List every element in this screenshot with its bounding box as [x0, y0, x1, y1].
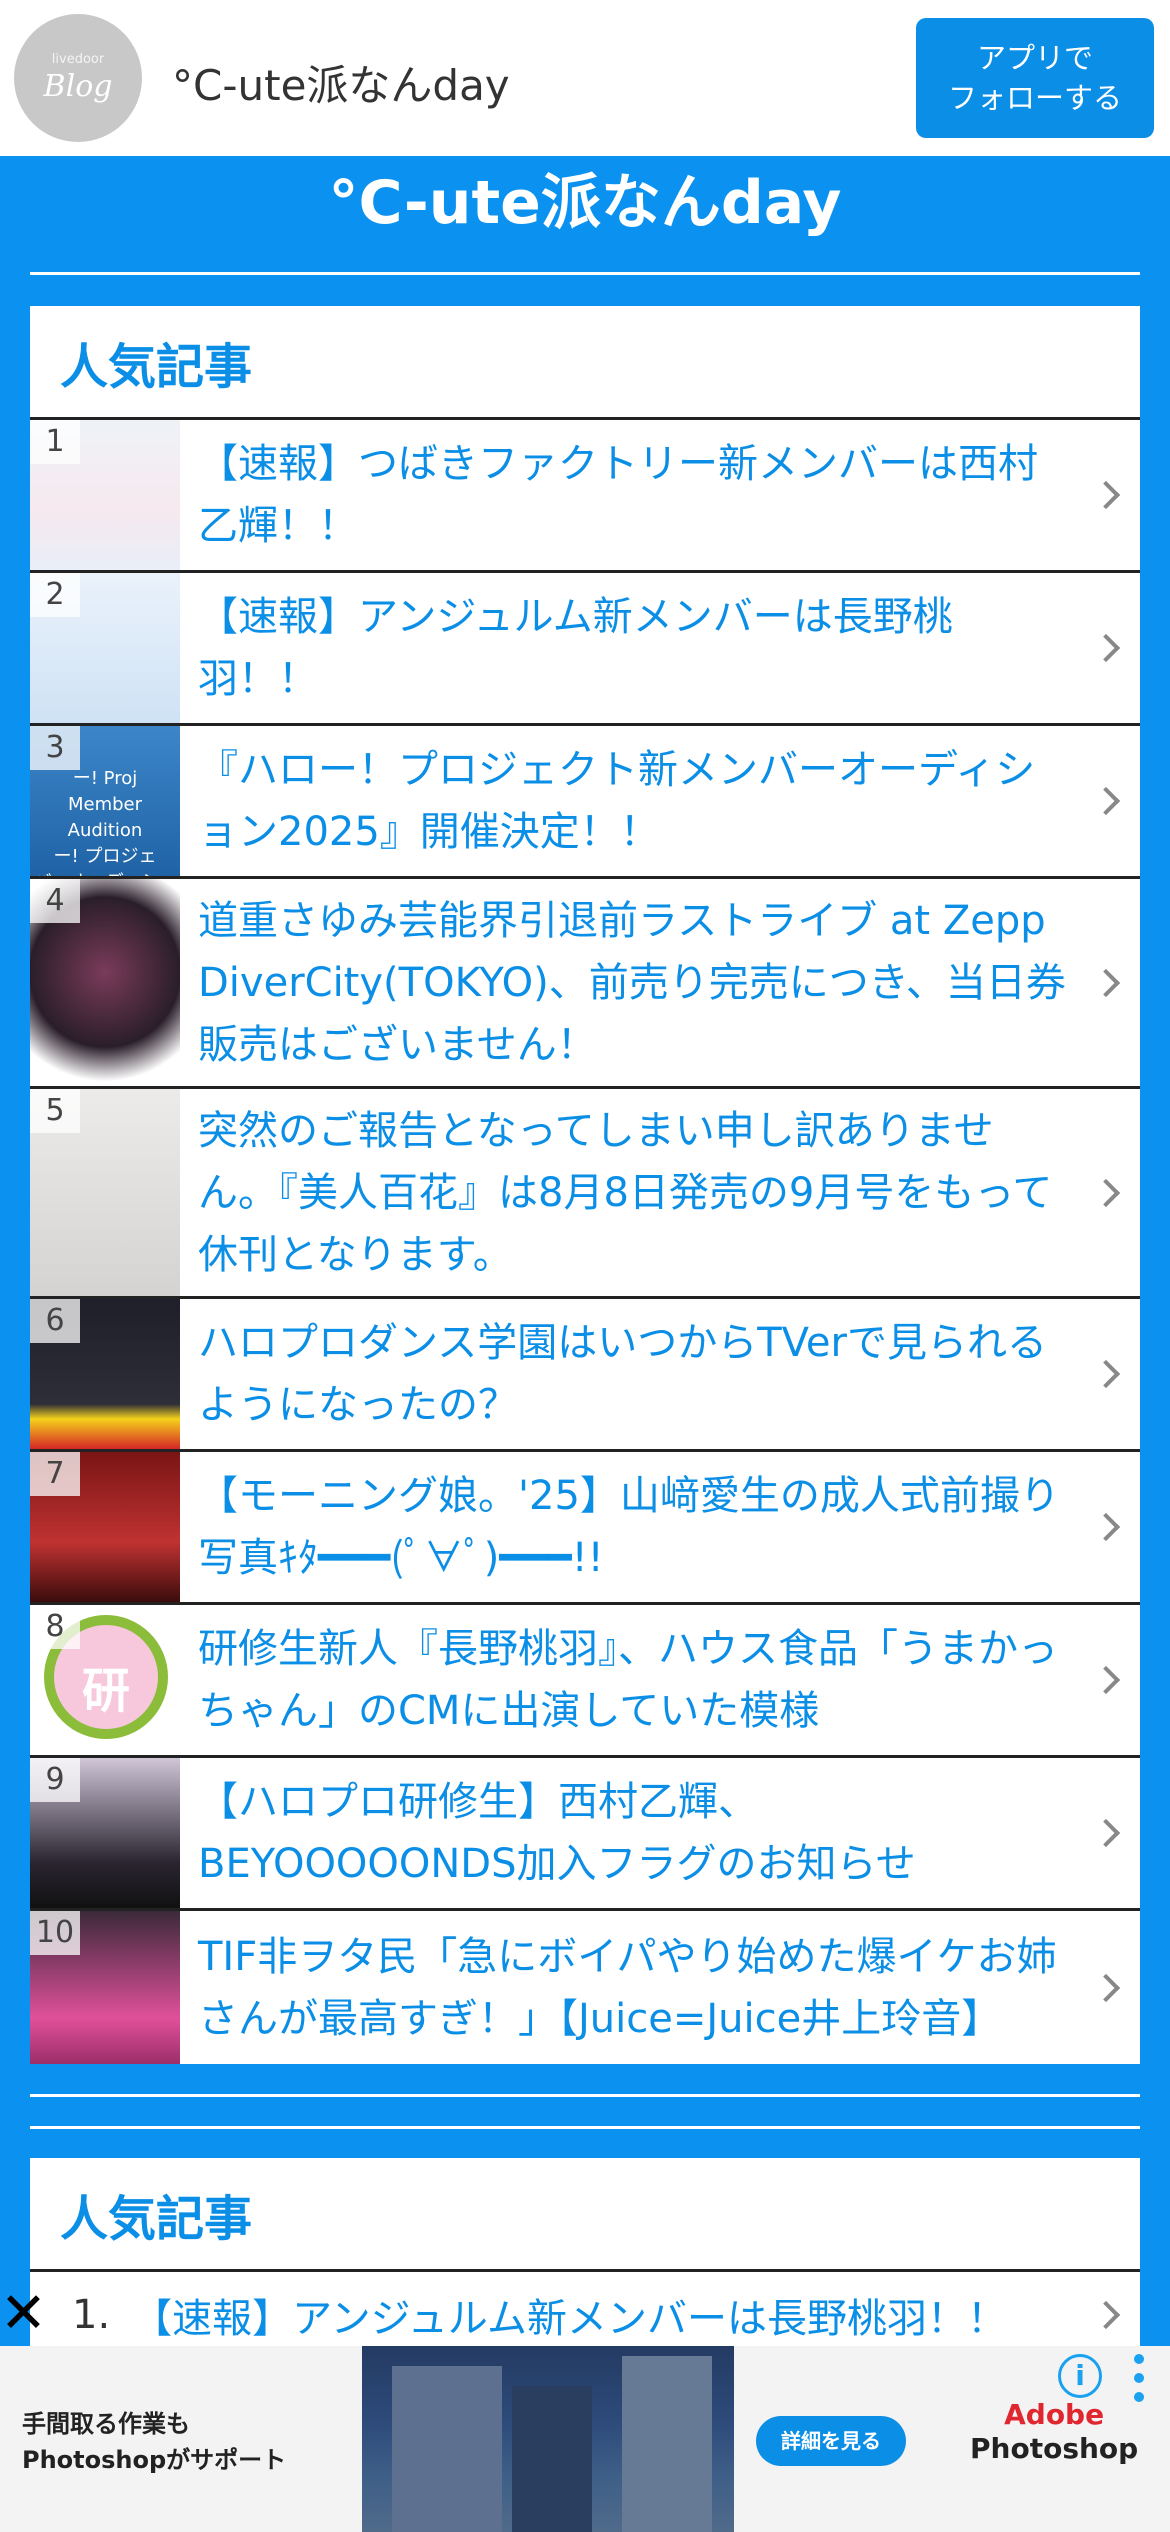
divider	[30, 2126, 1140, 2129]
article-title[interactable]: 【速報】アンジュルム新メンバーは長野桃羽！！	[132, 2286, 1007, 2344]
rank-number: 6	[30, 1299, 80, 1343]
article-thumbnail: 10	[30, 1911, 180, 2064]
article-thumbnail: 5	[30, 1089, 180, 1296]
article-title[interactable]: 【速報】アンジュルム新メンバーは長野桃羽！！	[180, 573, 1140, 723]
article-title[interactable]: 道重さゆみ芸能界引退前ラストライブ at Zepp DiverCity(TOKY…	[180, 879, 1140, 1086]
divider	[30, 2094, 1140, 2097]
logo-big-text: Blog	[43, 69, 113, 104]
rank-number: 5	[30, 1089, 80, 1133]
ranking-item-6[interactable]: 6 ハロプロダンス学園はいつからTVerで見られるようになったの？	[30, 1299, 1140, 1452]
article-thumbnail: 9	[30, 1758, 180, 1908]
ranking-item-1[interactable]: 1 【速報】つばきファクトリー新メンバーは西村乙輝！！	[30, 420, 1140, 573]
article-title[interactable]: 【ハロプロ研修生】西村乙輝、BEYOOOOONDS加入フラグのお知らせ	[180, 1758, 1140, 1908]
rank-number: 10	[30, 1911, 80, 1955]
article-thumbnail: 研 8	[30, 1605, 180, 1755]
article-thumbnail: 6	[30, 1299, 180, 1449]
popular-articles-widget: 人気記事 1 【速報】つばきファクトリー新メンバーは西村乙輝！！ 2 【速報】ア…	[30, 306, 1140, 2064]
brand-top: Adobe	[1004, 2398, 1105, 2431]
ranking-item-10[interactable]: 10 TIF非ヲタ民「急にボイパやり始めた爆イケお姉さんが最高すぎ！」【Juic…	[30, 1911, 1140, 2064]
rank-number: 4	[30, 879, 80, 923]
article-title[interactable]: 【モーニング娘。'25】山﨑愛生の成人式前撮り写真ｷﾀ━━━(ﾟ∀ﾟ)━━━!!	[180, 1452, 1140, 1602]
livedoor-blog-logo[interactable]: livedoor Blog	[14, 14, 142, 142]
more-options-icon[interactable]	[1128, 2354, 1150, 2402]
ranking-item-7[interactable]: 7 【モーニング娘。'25】山﨑愛生の成人式前撮り写真ｷﾀ━━━(ﾟ∀ﾟ)━━━…	[30, 1452, 1140, 1605]
ad-detail-button[interactable]: 詳細を見る	[756, 2416, 906, 2466]
article-thumbnail: 2	[30, 573, 180, 723]
article-title[interactable]: 『ハロー！プロジェクト新メンバーオーディション2025』開催決定！！	[180, 726, 1140, 876]
rank-number: 1	[30, 420, 80, 464]
chevron-right-icon	[1091, 2300, 1121, 2330]
rank-number: 9	[30, 1758, 80, 1802]
brand-bottom: Photoshop	[970, 2432, 1139, 2465]
rank-number: 2	[30, 573, 80, 617]
thumbnail-text: ー! Proj Member Audition ー! プロジェ バーオーディショ…	[34, 768, 177, 876]
rank-number: 8	[30, 1605, 80, 1649]
popular-articles-widget-2: 人気記事 1. 【速報】アンジュルム新メンバーは長野桃羽！！	[30, 2158, 1140, 2346]
ranking-item-8[interactable]: 研 8 研修生新人『長野桃羽』、ハウス食品「うまかっちゃん」のCMに出演していた…	[30, 1605, 1140, 1758]
ranking-item-9[interactable]: 9 【ハロプロ研修生】西村乙輝、BEYOOOOONDS加入フラグのお知らせ	[30, 1758, 1140, 1911]
widget-title: 人気記事	[30, 2158, 1140, 2272]
site-title[interactable]: °C-ute派なんday	[0, 156, 1170, 276]
article-title[interactable]: TIF非ヲタ民「急にボイパやり始めた爆イケお姉さんが最高すぎ！」【Juice=J…	[180, 1911, 1140, 2064]
article-thumbnail: 7	[30, 1452, 180, 1602]
logo-small-text: livedoor	[51, 52, 105, 67]
article-title[interactable]: 【速報】つばきファクトリー新メンバーは西村乙輝！！	[180, 420, 1140, 570]
app-header: livedoor Blog °C-ute派なんday アプリで フォローする	[0, 0, 1170, 156]
ranking-item-5[interactable]: 5 突然のご報告となってしまい申し訳ありません。『美人百花』は8月8日発売の9月…	[30, 1089, 1140, 1299]
close-ad-icon[interactable]: ✕	[0, 2286, 47, 2342]
article-title[interactable]: 研修生新人『長野桃羽』、ハウス食品「うまかっちゃん」のCMに出演していた模様	[180, 1605, 1140, 1755]
follow-in-app-button[interactable]: アプリで フォローする	[916, 18, 1154, 138]
ad-copy: 手間取る作業も Photoshopがサポート	[22, 2410, 287, 2474]
ranking-item-4[interactable]: 4 道重さゆみ芸能界引退前ラストライブ at Zepp DiverCity(TO…	[30, 879, 1140, 1089]
article-thumbnail: ー! Proj Member Audition ー! プロジェ バーオーディショ…	[30, 726, 180, 876]
article-thumbnail: 1	[30, 420, 180, 570]
divider	[30, 272, 1140, 275]
list-number: 1.	[72, 2292, 111, 2338]
info-icon[interactable]: i	[1058, 2354, 1102, 2398]
article-thumbnail: 4	[30, 879, 180, 1086]
blog-name[interactable]: °C-ute派なんday	[172, 52, 510, 113]
thumbnail-text: 研	[81, 1663, 130, 1719]
ad-brand: Adobe Photoshop	[970, 2398, 1138, 2466]
rank-number: 3	[30, 726, 80, 770]
widget-title: 人気記事	[30, 306, 1140, 420]
ranking-item-3[interactable]: ー! Proj Member Audition ー! プロジェ バーオーディショ…	[30, 726, 1140, 879]
article-title[interactable]: ハロプロダンス学園はいつからTVerで見られるようになったの？	[180, 1299, 1140, 1449]
ad-image	[362, 2346, 734, 2532]
article-title[interactable]: 突然のご報告となってしまい申し訳ありません。『美人百花』は8月8日発売の9月号を…	[180, 1089, 1140, 1296]
rank-number: 7	[30, 1452, 80, 1496]
ranking-item-2[interactable]: 2 【速報】アンジュルム新メンバーは長野桃羽！！	[30, 573, 1140, 726]
ad-banner[interactable]: 手間取る作業も Photoshopがサポート 詳細を見る Adobe Photo…	[0, 2346, 1170, 2532]
